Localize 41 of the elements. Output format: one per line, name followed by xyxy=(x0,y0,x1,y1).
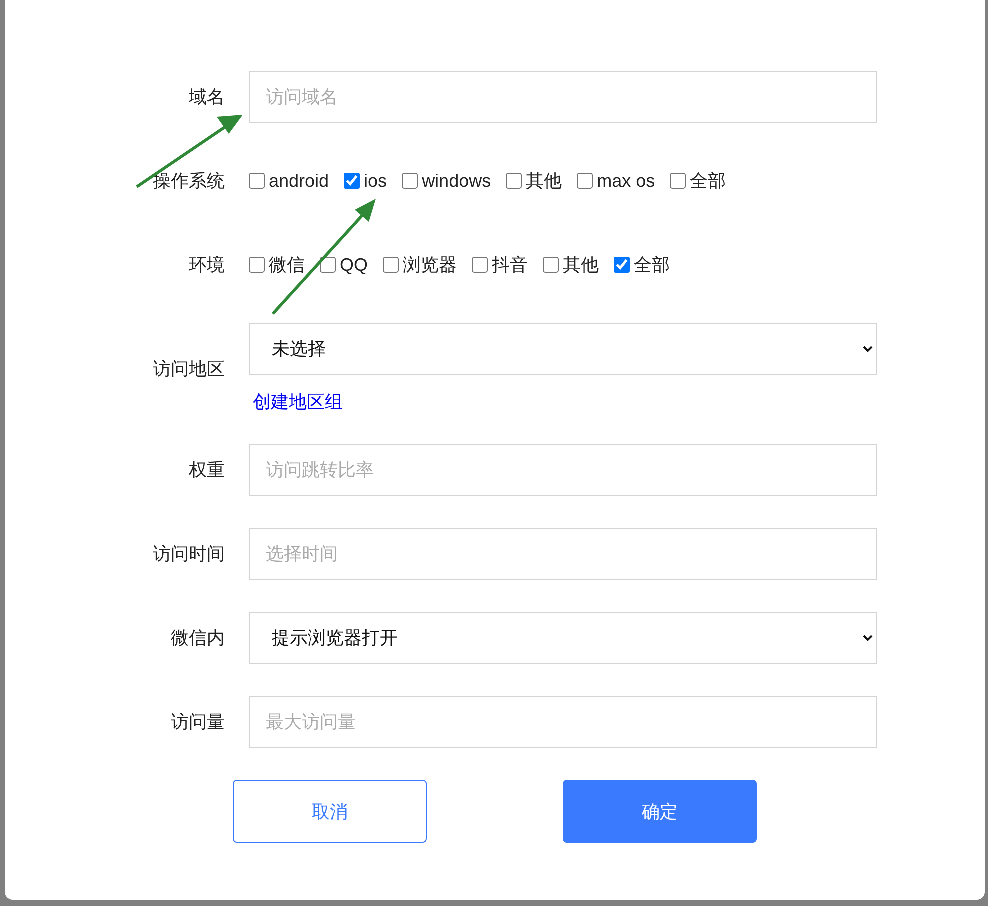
checkbox[interactable] xyxy=(614,257,630,273)
checkbox-label[interactable]: windows xyxy=(422,170,492,192)
select-field[interactable]: 提示浏览器打开 xyxy=(249,612,877,664)
checkbox[interactable] xyxy=(249,173,265,189)
checkbox[interactable] xyxy=(472,257,488,273)
checkbox-label[interactable]: android xyxy=(269,170,330,192)
select-field[interactable]: 未选择 xyxy=(249,323,877,375)
field-label: 环境 xyxy=(189,254,225,277)
checkbox-label[interactable]: 微信 xyxy=(269,253,305,277)
checkbox[interactable] xyxy=(249,257,265,273)
checkbox-label[interactable]: QQ xyxy=(340,254,368,276)
field-label: 权重 xyxy=(189,459,225,482)
checkbox-label[interactable]: 抖音 xyxy=(492,253,528,277)
create-group-link[interactable]: 创建地区组 xyxy=(253,390,343,414)
checkbox-label[interactable]: 其他 xyxy=(563,253,600,277)
field-label: 访问量 xyxy=(171,711,225,734)
input-field[interactable]: 访问域名 xyxy=(249,71,877,123)
cancel-button[interactable]: 取消 xyxy=(233,780,427,843)
checkbox[interactable] xyxy=(670,173,686,189)
checkbox[interactable] xyxy=(320,257,336,273)
field-label: 操作系统 xyxy=(153,170,225,193)
input-field[interactable]: 选择时间 xyxy=(249,528,877,580)
input-field[interactable]: 访问跳转比率 xyxy=(249,444,877,496)
checkbox[interactable] xyxy=(577,173,594,189)
checkbox[interactable] xyxy=(344,173,360,189)
field-label: 微信内 xyxy=(171,627,225,650)
confirm-button[interactable]: 确定 xyxy=(563,780,757,843)
field-label: 域名 xyxy=(189,86,225,109)
input-field[interactable]: 最大访问量 xyxy=(249,696,877,748)
checkbox-label[interactable]: 全部 xyxy=(690,169,726,193)
field-label: 访问时间 xyxy=(153,543,225,566)
checkbox-label[interactable]: ios xyxy=(364,170,388,192)
checkbox-label[interactable]: 浏览器 xyxy=(403,253,458,277)
checkbox[interactable] xyxy=(543,257,560,273)
field-label: 访问地区 xyxy=(153,358,225,380)
checkbox-label[interactable]: 全部 xyxy=(634,253,670,277)
checkbox-label[interactable]: 其他 xyxy=(526,169,562,193)
checkbox[interactable] xyxy=(506,173,522,189)
checkbox[interactable] xyxy=(383,257,400,273)
checkbox[interactable] xyxy=(402,173,418,189)
checkbox-label[interactable]: max os xyxy=(597,170,656,192)
